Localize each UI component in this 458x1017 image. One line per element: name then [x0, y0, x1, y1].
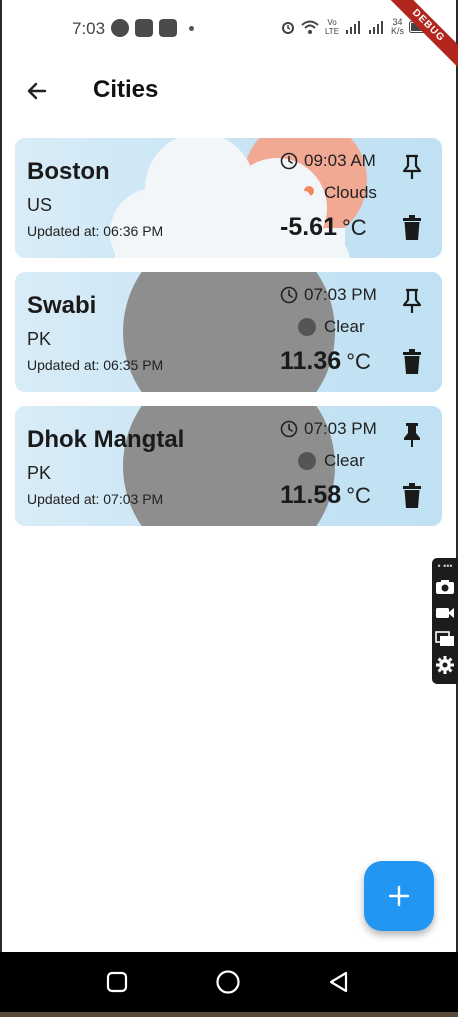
status-system-icons: Vo LTE 34 K/s — [280, 18, 432, 36]
delete-button[interactable] — [402, 349, 422, 375]
triangle-back-icon — [329, 971, 348, 993]
city-temperature-row: 11.58 °C — [280, 481, 371, 510]
pin-icon — [402, 154, 422, 179]
screen-frame-left — [0, 0, 2, 952]
delete-button[interactable] — [402, 215, 422, 241]
volte-indicator: Vo LTE — [324, 18, 340, 36]
temperature-unit: °C — [341, 215, 367, 240]
gear-icon — [436, 656, 454, 674]
clear-night-icon — [298, 452, 316, 470]
city-list: Boston US Updated at: 06:36 PM 09:03 AM … — [15, 138, 442, 540]
city-condition-row: Clear — [298, 317, 365, 337]
city-local-time: 09:03 AM — [304, 151, 376, 170]
pin-icon — [402, 288, 422, 313]
system-navigation-bar — [0, 952, 458, 1012]
city-updated-time: Updated at: 06:36 PM — [27, 223, 164, 239]
city-name: Dhok Mangtal — [27, 426, 185, 453]
linkedin-icon — [159, 19, 177, 37]
wifi-icon — [301, 20, 319, 34]
city-temperature: -5.61 — [280, 213, 337, 241]
city-card[interactable]: Dhok Mangtal PK Updated at: 07:03 PM 07:… — [15, 406, 442, 526]
clear-night-illustration — [123, 406, 335, 526]
trash-icon — [403, 349, 421, 374]
city-name: Swabi — [27, 292, 97, 319]
plus-icon — [388, 885, 410, 907]
screen-capture-button[interactable] — [435, 630, 455, 648]
net-speed-unit: K/s — [391, 26, 405, 36]
notification-dot-icon — [189, 25, 194, 31]
pinned-button[interactable] — [400, 421, 424, 449]
city-temperature-row: -5.61 °C — [280, 213, 367, 242]
camera-icon — [436, 580, 454, 594]
city-condition: Clouds — [324, 183, 377, 202]
screen-recorder-toolbar: • ••• — [432, 558, 458, 684]
pin-button[interactable] — [400, 153, 424, 181]
bottom-edge — [0, 1012, 458, 1017]
city-temperature-row: 11.36 °C — [280, 347, 371, 376]
status-app-icons — [111, 19, 194, 37]
temperature-unit: °C — [346, 483, 371, 508]
pin-filled-icon — [404, 423, 420, 447]
clouds-weather-illustration — [110, 138, 367, 258]
youtube-icon — [135, 19, 153, 37]
video-camera-icon — [436, 608, 454, 618]
copy-screen-icon — [435, 631, 454, 646]
clear-night-icon — [298, 318, 316, 336]
signal-icon-2 — [369, 21, 383, 34]
city-name: Boston — [27, 158, 110, 185]
city-condition-row: Clear — [298, 451, 365, 471]
city-local-time: 07:03 PM — [304, 285, 377, 304]
city-temperature: 11.36 — [280, 347, 342, 375]
city-condition: Clear — [324, 451, 365, 470]
trash-icon — [403, 483, 421, 508]
delete-button[interactable] — [402, 483, 422, 509]
city-local-time-row: 09:03 AM — [280, 151, 376, 171]
status-time: 7:03 — [72, 19, 106, 38]
city-country: PK — [27, 463, 52, 483]
home-button[interactable] — [212, 966, 244, 998]
city-local-time: 07:03 PM — [304, 419, 377, 438]
city-temperature: 11.58 — [280, 481, 342, 509]
city-updated-time: Updated at: 06:35 PM — [27, 357, 164, 373]
city-local-time-row: 07:03 PM — [280, 419, 377, 439]
city-country: PK — [27, 329, 52, 349]
whatsapp-icon — [111, 19, 129, 37]
record-video-button[interactable] — [435, 604, 455, 622]
clock-icon — [280, 420, 298, 438]
back-button[interactable] — [20, 74, 54, 108]
alarm-icon — [282, 22, 294, 34]
city-country: US — [27, 195, 53, 215]
city-condition: Clear — [324, 317, 365, 336]
signal-icon — [346, 21, 360, 34]
clouds-icon — [300, 186, 314, 201]
square-icon — [106, 971, 128, 993]
recent-apps-button[interactable] — [101, 966, 133, 998]
clock-icon — [280, 152, 298, 170]
status-bar: 7:03 Vo LTE 34 K/s DEBUG — [0, 0, 458, 75]
city-condition-row: Clouds — [298, 183, 377, 203]
circle-icon — [216, 970, 240, 994]
page-title: Cities — [93, 76, 159, 103]
net-speed: 34 K/s — [391, 18, 404, 36]
city-card[interactable]: Boston US Updated at: 06:36 PM 09:03 AM … — [15, 138, 442, 258]
city-local-time-row: 07:03 PM — [280, 285, 377, 305]
clear-night-illustration — [123, 272, 335, 392]
screenshot-button[interactable] — [435, 578, 455, 596]
add-city-button[interactable] — [364, 861, 434, 931]
city-card[interactable]: Swabi PK Updated at: 06:35 PM 07:03 PM C… — [15, 272, 442, 392]
temperature-unit: °C — [346, 349, 371, 374]
trash-icon — [403, 215, 421, 240]
app-bar: Cities — [0, 62, 458, 118]
back-nav-button[interactable] — [323, 966, 355, 998]
city-updated-time: Updated at: 07:03 PM — [27, 491, 164, 507]
more-dots-icon[interactable]: • ••• — [437, 562, 452, 571]
pin-button[interactable] — [400, 287, 424, 315]
arrow-left-icon — [27, 82, 47, 100]
clock-icon — [280, 286, 298, 304]
settings-button[interactable] — [435, 656, 455, 674]
